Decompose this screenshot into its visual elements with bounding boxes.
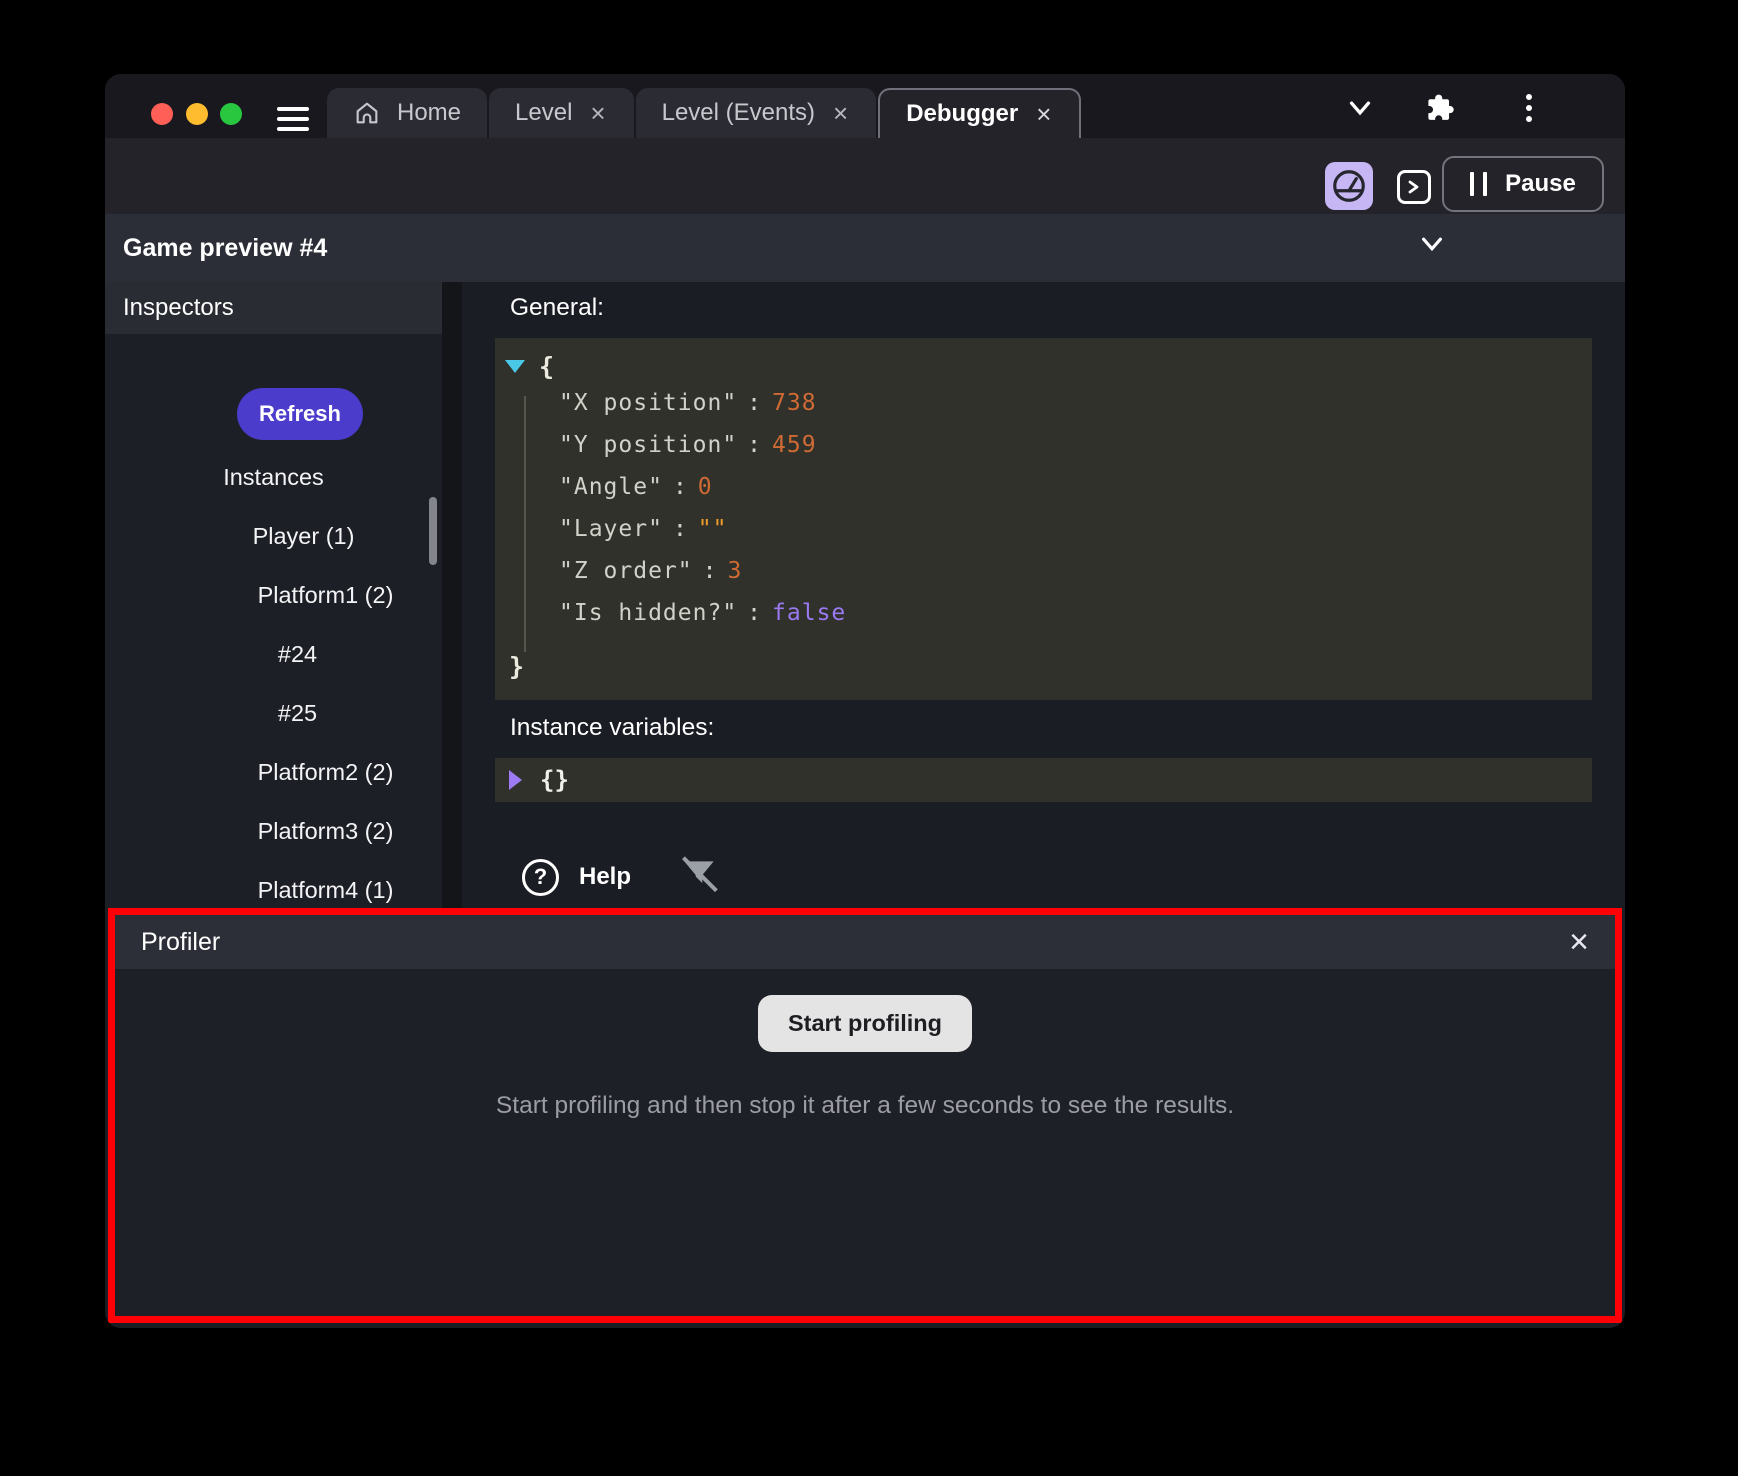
profiler-hint-text: Start profiling and then stop it after a… (115, 1092, 1615, 1120)
tab-bar: Home Level × Level (Events) × Debugger × (327, 88, 1083, 138)
json-row: "X position":738 (559, 382, 846, 424)
window-minimize-button[interactable] (186, 103, 208, 125)
json-separator: : (673, 516, 688, 542)
help-question-icon[interactable]: ? (522, 859, 559, 896)
extensions-puzzle-icon[interactable] (1423, 92, 1455, 124)
tab-debugger[interactable]: Debugger × (878, 88, 1081, 138)
tree-item-platform1[interactable]: Platform1 (2) (209, 566, 442, 625)
json-rows: "X position":738 "Y position":459 "Angle… (559, 382, 846, 634)
window-close-button[interactable] (151, 103, 173, 125)
close-icon[interactable]: × (588, 100, 607, 126)
window-zoom-button[interactable] (220, 103, 242, 125)
instance-variables-view: {} (495, 758, 1592, 802)
json-key: "Z order" (559, 558, 693, 584)
json-value: 459 (772, 432, 817, 458)
help-row: ? Help (522, 854, 721, 900)
json-row: "Y position":459 (559, 424, 846, 466)
gauge-icon (1330, 167, 1368, 205)
instance-variables-title: Instance variables: (510, 714, 714, 742)
tab-level[interactable]: Level × (489, 88, 634, 138)
collapse-triangle-icon[interactable] (505, 360, 525, 373)
instance-variables-value: {} (540, 766, 569, 794)
json-value: 738 (772, 390, 817, 416)
expand-triangle-icon[interactable] (509, 770, 522, 790)
inspectors-sidebar: Inspectors Refresh Instances Player (1) … (105, 282, 442, 908)
game-preview-header[interactable]: Game preview #4 (105, 214, 1625, 282)
profiler-toggle-button[interactable] (1325, 162, 1373, 210)
json-key: "Y position" (559, 432, 737, 458)
chevron-down-icon[interactable] (1417, 232, 1447, 256)
json-separator: : (747, 390, 762, 416)
close-icon[interactable]: × (831, 100, 850, 126)
json-separator: : (673, 474, 688, 500)
titlebar-actions (1295, 74, 1625, 138)
indent-guide (524, 396, 526, 652)
console-button[interactable] (1397, 170, 1431, 204)
debugger-window: Home Level × Level (Events) × Debugger × (105, 74, 1625, 1328)
filter-off-icon[interactable] (677, 854, 721, 900)
json-row: "Is hidden?": false (559, 592, 846, 634)
home-icon (353, 99, 381, 127)
profiler-title: Profiler (141, 928, 220, 957)
tab-label: Debugger (906, 100, 1018, 128)
tab-home[interactable]: Home (327, 88, 487, 138)
pause-icon (1470, 172, 1487, 196)
hamburger-menu-icon[interactable] (277, 107, 309, 131)
json-value: 0 (698, 474, 713, 500)
tree-item-platform3[interactable]: Platform3 (2) (209, 802, 442, 861)
tree-item-instances[interactable]: Instances (105, 448, 442, 507)
profiler-panel: Profiler × Start profiling Start profili… (108, 908, 1622, 1323)
json-separator: : (747, 432, 762, 458)
titlebar: Home Level × Level (Events) × Debugger × (105, 74, 1625, 138)
close-brace: } (509, 646, 524, 688)
json-separator: : (747, 600, 762, 626)
json-key: "Layer" (559, 516, 663, 542)
inspectors-tree: Instances Player (1) Platform1 (2) #24 #… (105, 448, 442, 908)
tree-item-platform4[interactable]: Platform4 (1) (209, 861, 442, 908)
tree-item-player[interactable]: Player (1) (165, 507, 442, 566)
profiler-body: Start profiling Start profiling and then… (115, 969, 1615, 1120)
chevron-right-icon (1406, 178, 1422, 196)
json-value: 3 (727, 558, 742, 584)
debugger-toolbar: Pause (105, 138, 1625, 214)
json-row: "Angle":0 (559, 466, 846, 508)
kebab-menu-icon[interactable] (1525, 94, 1533, 122)
json-key: "Is hidden?" (559, 600, 737, 626)
inspectors-header: Inspectors (105, 282, 442, 334)
json-key: "Angle" (559, 474, 663, 500)
general-section-title: General: (510, 294, 604, 322)
tree-item-24[interactable]: #24 (153, 625, 442, 684)
inspector-detail-panel: General: { "X position":738 "Y position"… (462, 282, 1625, 908)
close-icon[interactable]: × (1569, 925, 1589, 959)
chevron-down-icon[interactable] (1345, 96, 1375, 120)
open-brace: { (539, 352, 554, 381)
json-value: false (772, 600, 846, 626)
pause-button[interactable]: Pause (1442, 156, 1604, 212)
tab-level-events[interactable]: Level (Events) × (636, 88, 877, 138)
json-value: "" (698, 516, 728, 542)
sidebar-scrollbar[interactable] (429, 497, 437, 565)
json-separator: : (703, 558, 718, 584)
help-button[interactable]: Help (579, 863, 631, 891)
tree-item-25[interactable]: #25 (153, 684, 442, 743)
debugger-content: Inspectors Refresh Instances Player (1) … (105, 282, 1625, 908)
sidebar-divider (442, 282, 462, 908)
tab-label: Level (Events) (662, 99, 815, 127)
start-profiling-button[interactable]: Start profiling (758, 995, 972, 1052)
json-open-line: { (505, 352, 554, 381)
json-key: "X position" (559, 390, 737, 416)
close-icon[interactable]: × (1034, 101, 1053, 127)
game-preview-title: Game preview #4 (123, 234, 327, 263)
json-row: "Layer": "" (559, 508, 846, 550)
tab-label: Level (515, 99, 572, 127)
tree-item-platform2[interactable]: Platform2 (2) (209, 743, 442, 802)
json-row: "Z order":3 (559, 550, 846, 592)
refresh-button[interactable]: Refresh (237, 388, 363, 440)
profiler-header: Profiler × (115, 915, 1615, 969)
tab-label: Home (397, 99, 461, 127)
pause-label: Pause (1505, 170, 1576, 198)
general-json-view: { "X position":738 "Y position":459 "Ang… (495, 338, 1592, 700)
